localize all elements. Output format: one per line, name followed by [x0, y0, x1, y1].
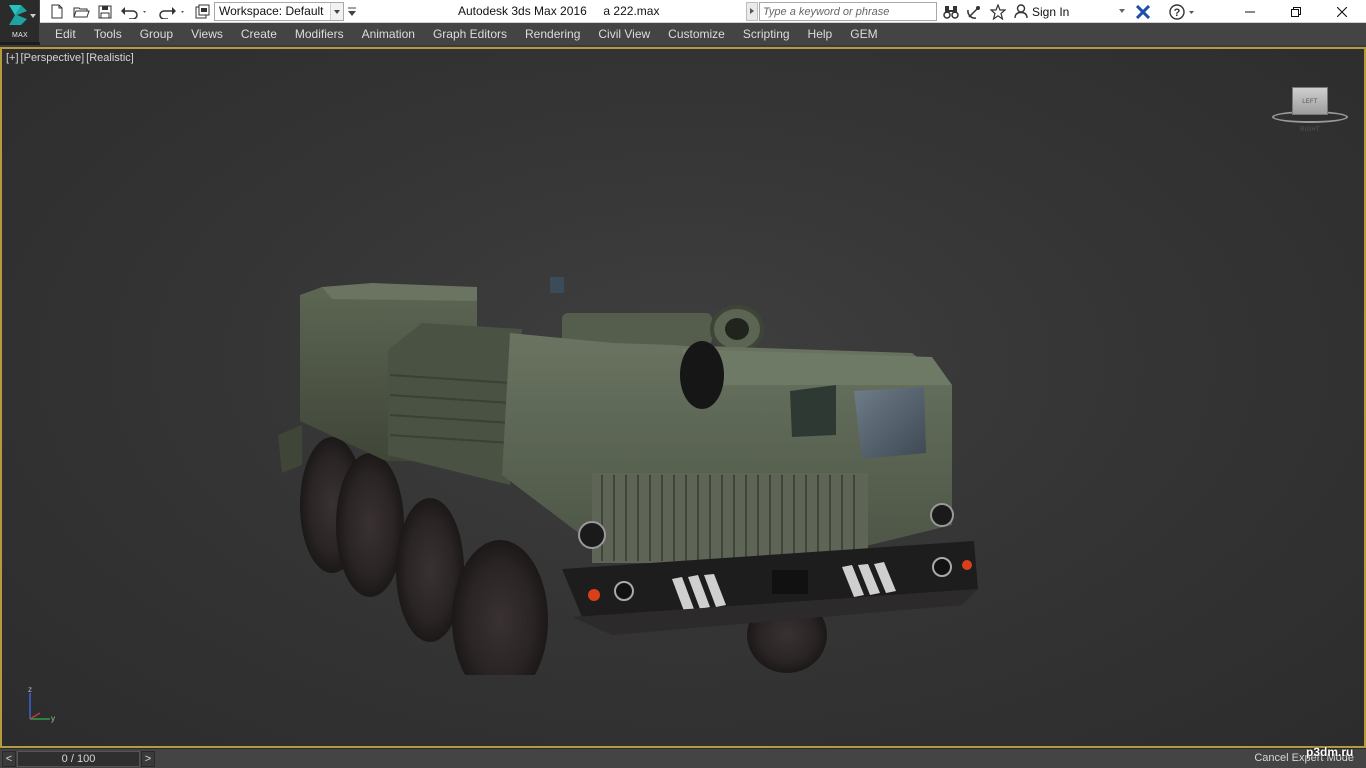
viewcube-face[interactable]: LEFT RIGHT	[1292, 87, 1328, 133]
workspace-menu-button[interactable]	[345, 2, 359, 21]
application-menu-button[interactable]: MAX	[0, 0, 40, 42]
viewcube[interactable]: LEFT RIGHT	[1270, 85, 1350, 133]
window-title: Autodesk 3ds Max 2016 a 222.max	[458, 4, 659, 18]
menu-gem[interactable]: GEM	[841, 23, 886, 45]
workspace-label: Workspace: Default	[219, 4, 324, 18]
viewport-shading-label[interactable]: [Realistic]	[86, 52, 134, 64]
title-bar: MAX Workspace: Default Autodesk 3ds Max …	[0, 0, 1366, 42]
restore-button[interactable]	[1273, 0, 1319, 23]
windshield	[854, 387, 926, 459]
app-title: Autodesk 3ds Max 2016	[458, 4, 587, 18]
redo-icon	[159, 6, 184, 19]
watermark-text: p3dm.ru	[1306, 745, 1354, 759]
help-button[interactable]: ?	[1168, 2, 1196, 21]
redo-button[interactable]	[154, 2, 188, 21]
time-slider[interactable]: 0 / 100	[17, 751, 140, 767]
menu-graph-editors[interactable]: Graph Editors	[424, 23, 516, 45]
viewport-menu-plus[interactable]: [+]	[6, 52, 19, 64]
menu-group[interactable]: Group	[131, 23, 182, 45]
menu-civil-view[interactable]: Civil View	[589, 23, 659, 45]
app-logo-label: MAX	[11, 32, 29, 39]
wheel	[336, 453, 404, 597]
axis-tripod: z y	[28, 685, 55, 723]
viewport-labels: [+] [Perspective] [Realistic]	[6, 52, 136, 64]
camo-patch	[680, 341, 724, 409]
exchange-icon	[1135, 4, 1151, 19]
side-window	[790, 385, 836, 437]
search-button[interactable]	[941, 2, 961, 21]
menu-rendering[interactable]: Rendering	[516, 23, 589, 45]
menu-bar: Edit Tools Group Views Create Modifiers …	[40, 23, 1366, 45]
menu-views[interactable]: Views	[182, 23, 232, 45]
headlight-right	[930, 503, 954, 527]
user-icon	[1014, 4, 1028, 19]
minimize-button[interactable]	[1227, 0, 1273, 23]
menu-edit[interactable]: Edit	[46, 23, 85, 45]
close-button[interactable]	[1319, 0, 1365, 23]
chevron-down-icon	[330, 3, 343, 20]
help-icon: ?	[1169, 3, 1194, 20]
menu-customize[interactable]: Customize	[659, 23, 734, 45]
front-grille	[592, 473, 868, 563]
subscription-center-button[interactable]	[964, 2, 984, 21]
viewport-point-of-view-label[interactable]: [Perspective]	[21, 52, 85, 64]
open-file-icon	[72, 7, 90, 17]
status-bar: < 0 / 100 > Cancel Expert Mode	[0, 748, 1366, 768]
star-icon	[990, 3, 1006, 20]
sign-in-button[interactable]: Sign In	[1014, 2, 1069, 21]
sign-in-label: Sign In	[1032, 4, 1070, 19]
time-slider-prev-button[interactable]: <	[2, 751, 16, 767]
menu-tools[interactable]: Tools	[85, 23, 131, 45]
axis-y-label: y	[51, 714, 55, 723]
undo-button[interactable]	[119, 2, 149, 21]
wheel	[452, 540, 548, 675]
3ds-max-logo-icon	[9, 5, 27, 25]
workspace-dropdown[interactable]: Workspace: Default	[214, 2, 344, 21]
chevron-down-icon	[30, 14, 36, 18]
save-button[interactable]	[96, 2, 114, 21]
undo-icon	[121, 6, 146, 19]
menu-scripting[interactable]: Scripting	[734, 23, 799, 45]
axis-z-label: z	[28, 685, 32, 694]
chevron-down-icon[interactable]	[1119, 9, 1125, 13]
project-folder-icon	[195, 4, 209, 19]
binoculars-icon	[943, 5, 959, 19]
artillery-barrel	[562, 313, 712, 345]
new-file-icon	[51, 4, 63, 19]
project-folder-button[interactable]	[193, 2, 211, 21]
file-name: a 222.max	[603, 4, 660, 18]
new-file-button[interactable]	[48, 2, 66, 21]
save-icon	[98, 5, 112, 18]
exchange-apps-button[interactable]	[1133, 2, 1153, 21]
svg-text:?: ?	[1174, 7, 1181, 19]
open-file-button[interactable]	[71, 2, 91, 21]
satellite-icon	[967, 5, 980, 19]
headlight-left	[578, 521, 606, 549]
perspective-viewport[interactable]: [+][Perspective][Realistic] LEFT RIGHT	[0, 47, 1366, 748]
minimize-icon	[1245, 11, 1255, 12]
truck-3d-model[interactable]	[262, 225, 992, 675]
menu-modifiers[interactable]: Modifiers	[286, 23, 353, 45]
close-icon	[1337, 6, 1347, 17]
menu-create[interactable]: Create	[232, 23, 286, 45]
menu-help[interactable]: Help	[799, 23, 842, 45]
dropdown-lines-icon	[348, 7, 356, 16]
favorites-button[interactable]	[988, 2, 1008, 21]
search-input[interactable]	[759, 2, 937, 21]
restore-icon	[1291, 6, 1301, 17]
time-slider-next-button[interactable]: >	[141, 751, 155, 767]
search-expand-button[interactable]	[746, 2, 758, 21]
menu-animation[interactable]: Animation	[353, 23, 424, 45]
